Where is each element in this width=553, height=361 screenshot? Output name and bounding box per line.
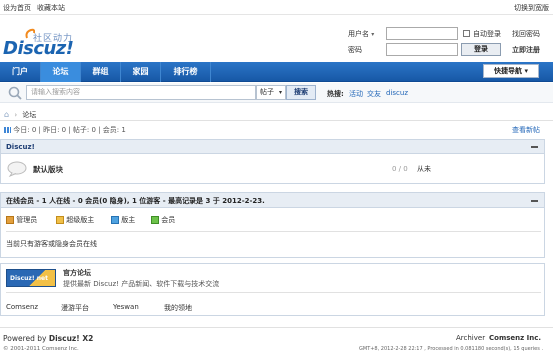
site-logo[interactable]: 社区动力 Discuz!	[3, 18, 83, 59]
powered-by: Powered by Discuz! X2	[3, 334, 93, 343]
collapse-icon[interactable]	[531, 146, 538, 148]
company-link[interactable]: Comsenz Inc.	[489, 334, 541, 342]
category-title[interactable]: Discuz!	[6, 143, 35, 151]
forgot-password-link[interactable]: 找回密码	[512, 29, 540, 39]
hot-term[interactable]: 交友	[367, 89, 381, 99]
friend-link[interactable]: 我的领地	[164, 303, 192, 313]
username-input[interactable]	[386, 27, 458, 40]
powered-label: Powered by	[3, 334, 47, 343]
footer-divider	[0, 327, 553, 328]
official-forum-logo[interactable]: Discuz! net	[6, 269, 56, 287]
new-posts-link[interactable]: 查看新帖	[512, 125, 540, 135]
member-icon	[151, 216, 159, 224]
chevron-down-icon: ▾	[278, 89, 282, 96]
divider	[6, 292, 541, 293]
divider	[6, 231, 541, 232]
chevron-down-icon[interactable]: ▾	[371, 31, 374, 38]
search-input[interactable]: 请输入搜索内容	[26, 85, 256, 100]
official-forum-desc: 提供最新 Discuz! 产品新闻、软件下载与技术交流	[63, 280, 220, 288]
logo-wordmark: Discuz!	[3, 38, 74, 59]
search-type-label: 帖子	[260, 88, 274, 96]
super-moderator-icon	[56, 216, 64, 224]
hot-term[interactable]: discuz	[386, 89, 408, 97]
register-link[interactable]: 立即注册	[512, 45, 540, 55]
product-link[interactable]: Discuz! X2	[49, 334, 93, 343]
admin-icon	[6, 216, 14, 224]
auto-login-label: 自动登录	[473, 30, 501, 38]
bookmark-link[interactable]: 收藏本站	[37, 4, 65, 12]
forum-last-post: 从未	[417, 165, 431, 173]
auto-login-checkbox[interactable]	[463, 30, 470, 37]
breadcrumb-current: 论坛	[22, 111, 37, 119]
breadcrumb-separator: ›	[14, 111, 18, 119]
hot-search-label: 热搜:	[327, 90, 344, 98]
logo-caption: Discuz! net	[10, 275, 48, 282]
legend-label: 版主	[121, 216, 136, 224]
search-icon	[8, 86, 22, 100]
super-mod-legend: 超级版主	[56, 215, 94, 225]
stats-chart-icon	[4, 127, 11, 133]
archiver-link[interactable]: Archiver	[456, 334, 485, 342]
forum-bubble-icon	[7, 161, 27, 177]
member-legend: 会员	[151, 215, 175, 225]
category-header: Discuz!	[0, 139, 545, 154]
online-header: 在线会员 - 1 人在线 - 0 会员(0 隐身), 1 位游客 - 最高记录是…	[0, 192, 545, 208]
chevron-down-icon: ▾	[524, 67, 528, 75]
login-button[interactable]: 登录	[461, 43, 501, 56]
legend-label: 超级版主	[66, 216, 95, 224]
set-home-link[interactable]: 设为首页	[3, 4, 31, 12]
stats-text: 今日: 0 | 昨日: 0 | 帖子: 0 | 会员: 1	[13, 126, 126, 134]
friend-link[interactable]: Comsenz	[6, 303, 38, 311]
search-type-select[interactable]: 帖子 ▾	[256, 85, 286, 100]
mod-legend: 版主	[111, 215, 135, 225]
main-nav: 门户 论坛 群组 家园 排行榜	[0, 62, 553, 82]
friend-link[interactable]: Yeswan	[113, 303, 139, 311]
forum-name[interactable]: 默认版块	[33, 164, 63, 175]
hot-term[interactable]: 活动	[349, 89, 363, 99]
search-button[interactable]: 搜索	[286, 85, 316, 100]
home-icon[interactable]: ⌂	[4, 110, 9, 119]
divider	[0, 120, 553, 121]
password-label: 密码	[348, 46, 362, 54]
online-title: 在线会员 - 1 人在线 - 0 会员(0 隐身), 1 位游客 - 最高记录是…	[6, 197, 265, 205]
password-input[interactable]	[386, 43, 458, 56]
online-body: 管理员 超级版主 版主 会员 当前只有游客或隐身会员在线	[0, 208, 545, 258]
top-bar: 设为首页 收藏本站 切换到宽版	[0, 0, 553, 15]
processing-info: GMT+8, 2012-2-28 22:17 , Processed in 0.…	[359, 346, 544, 352]
legend-label: 会员	[161, 216, 176, 224]
nav-item-forum[interactable]: 论坛	[41, 62, 81, 82]
nav-item-portal[interactable]: 门户	[0, 62, 41, 82]
switch-width-link[interactable]: 切换到宽版	[514, 3, 549, 13]
quick-nav-button[interactable]: 快捷导航 ▾	[483, 64, 539, 78]
forum-counts: 0 / 0	[392, 165, 408, 173]
nav-item-groups[interactable]: 群组	[81, 62, 121, 82]
nav-item-home[interactable]: 家园	[121, 62, 161, 82]
legend-label: 管理员	[16, 216, 38, 224]
forum-stats: 今日: 0 | 昨日: 0 | 帖子: 0 | 会员: 1	[4, 125, 126, 135]
online-note: 当前只有游客或隐身会员在线	[6, 240, 97, 248]
nav-item-ranking[interactable]: 排行榜	[161, 62, 211, 82]
official-forum-title[interactable]: 官方论坛	[63, 268, 91, 278]
collapse-icon[interactable]	[531, 200, 538, 202]
quick-nav-label: 快捷导航	[494, 67, 523, 75]
links-box: Discuz! net 官方论坛 提供最新 Discuz! 产品新闻、软件下载与…	[0, 263, 545, 316]
breadcrumb: ⌂ › 论坛	[4, 110, 36, 120]
top-links: 设为首页 收藏本站	[3, 3, 71, 13]
username-label: 用户名 ▾	[348, 30, 375, 38]
copyright: © 2001-2011 Comsenz Inc.	[3, 346, 79, 352]
admin-legend: 管理员	[6, 215, 37, 225]
moderator-icon	[111, 216, 119, 224]
friend-link[interactable]: 漫游平台	[61, 303, 89, 313]
forum-list: 默认版块 0 / 0 从未	[0, 154, 545, 184]
